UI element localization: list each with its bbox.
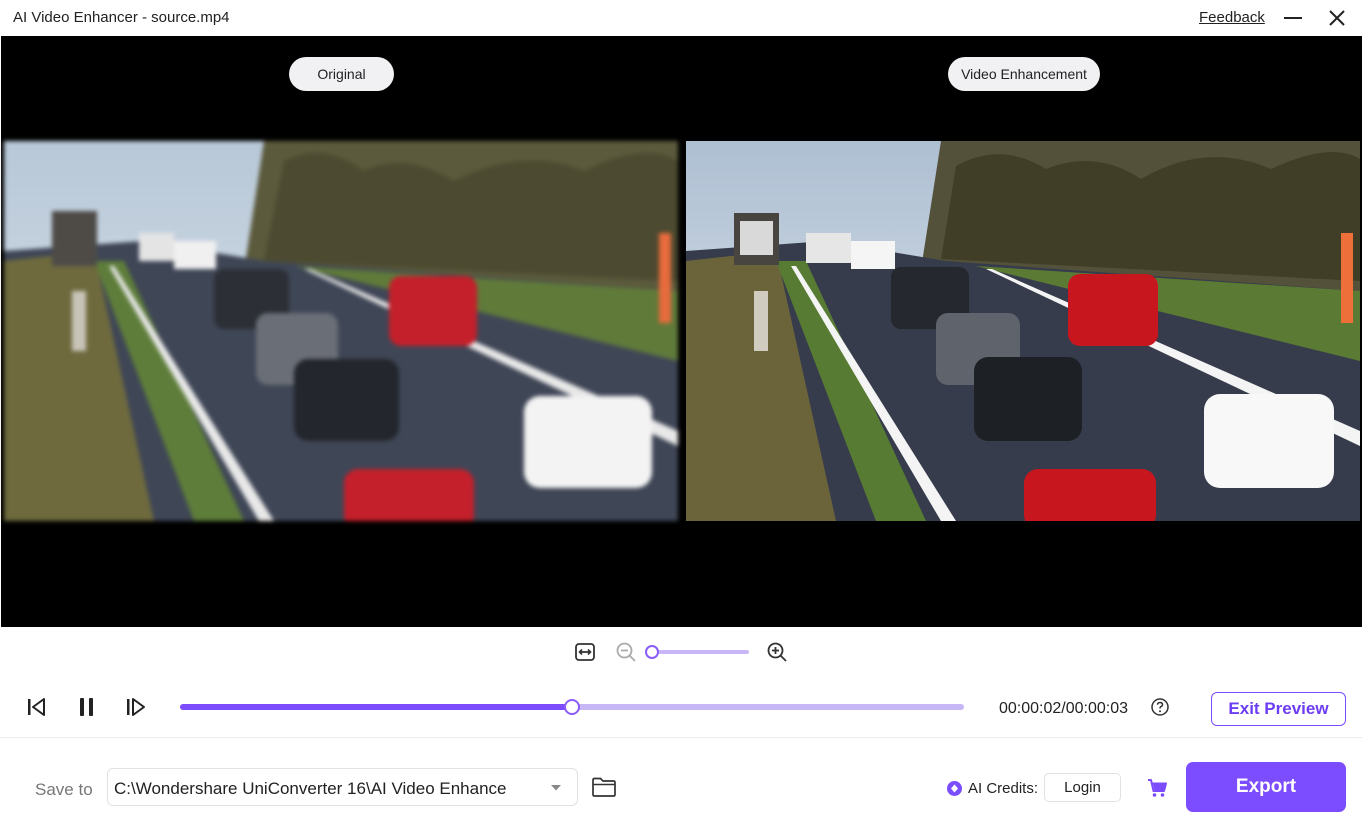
cart-icon[interactable]: [1146, 777, 1168, 799]
help-icon[interactable]: [1150, 697, 1170, 717]
ai-credits-icon: [947, 781, 962, 796]
close-icon: [1329, 10, 1345, 26]
enhanced-video-frame: [686, 141, 1360, 521]
previous-frame-button[interactable]: [24, 694, 50, 720]
zoom-out-icon[interactable]: [614, 640, 638, 664]
original-label: Original: [289, 57, 394, 91]
login-button[interactable]: Login: [1044, 773, 1121, 802]
zoom-in-icon[interactable]: [765, 640, 789, 664]
next-frame-icon: [127, 698, 145, 716]
feedback-link[interactable]: Feedback: [1199, 9, 1265, 26]
zoom-controls: [0, 640, 1362, 666]
save-path-dropdown[interactable]: C:\Wondershare UniConverter 16\AI Video …: [107, 768, 578, 806]
playback-controls: 00:00:02/00:00:03 Exit Preview: [0, 690, 1362, 726]
preview-area: Original Video Enhancement: [1, 36, 1362, 627]
minimize-button[interactable]: [1279, 4, 1307, 32]
minimize-icon: [1284, 17, 1302, 19]
next-frame-button[interactable]: [124, 694, 150, 720]
export-button[interactable]: Export: [1186, 762, 1346, 812]
exit-preview-button[interactable]: Exit Preview: [1211, 692, 1346, 726]
pause-button[interactable]: [74, 694, 100, 720]
window-title: AI Video Enhancer - source.mp4: [13, 9, 230, 26]
save-path-value: C:\Wondershare UniConverter 16\AI Video …: [114, 779, 507, 798]
previous-frame-icon: [28, 698, 45, 716]
pause-icon: [80, 698, 93, 716]
title-bar: AI Video Enhancer - source.mp4 Feedback: [0, 0, 1362, 36]
chevron-down-icon: [551, 785, 561, 791]
zoom-slider[interactable]: [652, 650, 749, 654]
ai-credits-label: AI Credits:: [968, 780, 1039, 797]
close-button[interactable]: [1323, 4, 1351, 32]
bottom-bar: Save to C:\Wondershare UniConverter 16\A…: [0, 738, 1362, 815]
fit-width-icon[interactable]: [573, 640, 597, 664]
zoom-slider-handle[interactable]: [645, 645, 659, 659]
playback-time: 00:00:02/00:00:03: [999, 700, 1129, 717]
folder-icon[interactable]: [591, 776, 617, 798]
original-video-frame: [4, 141, 678, 521]
playback-progress-fill: [180, 704, 572, 710]
enhanced-label: Video Enhancement: [948, 57, 1100, 91]
save-to-label: Save to: [35, 780, 93, 799]
playback-progress-handle[interactable]: [564, 699, 580, 715]
